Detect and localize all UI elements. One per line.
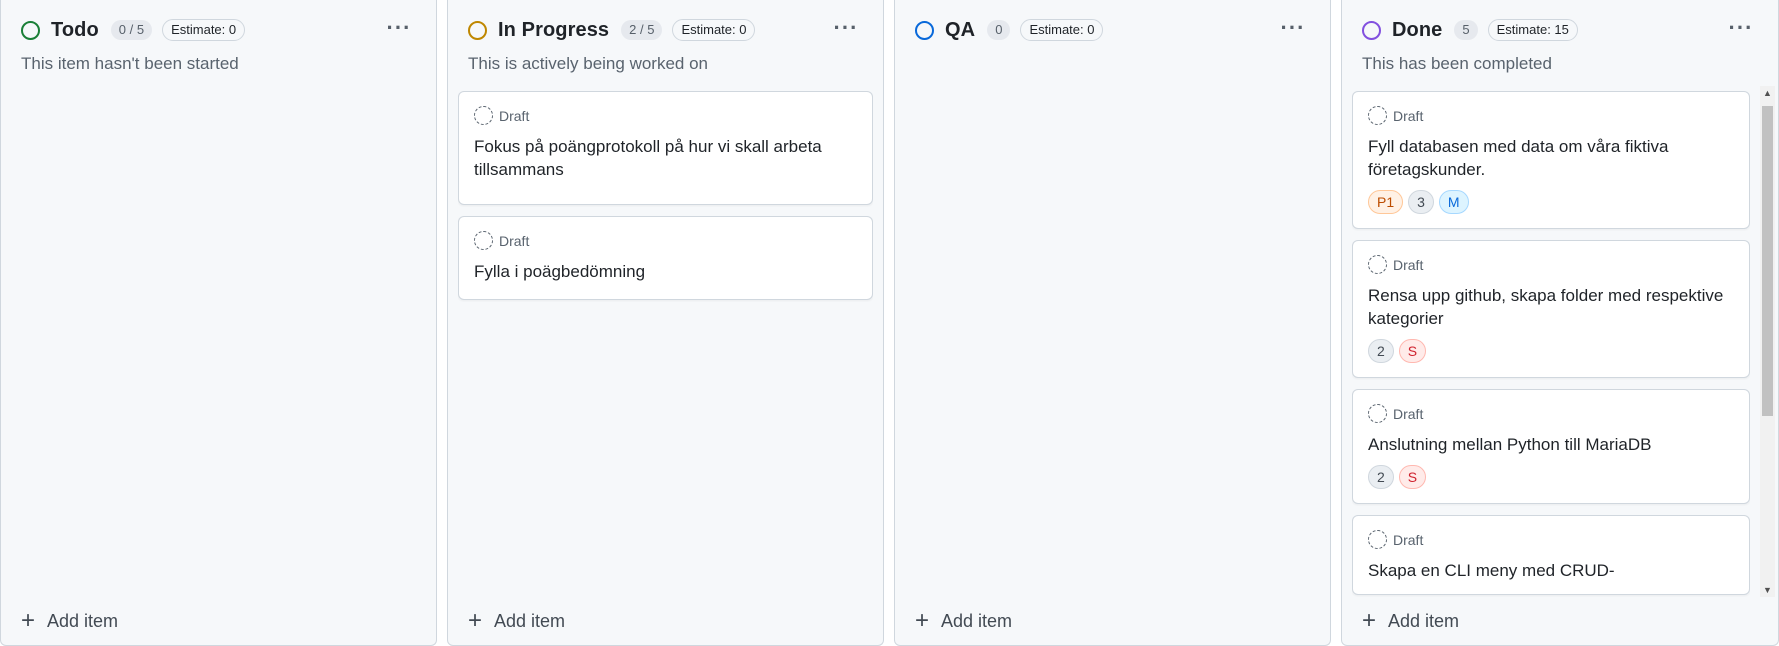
estimate-label: 2 [1368,465,1394,489]
add-item-button[interactable]: + Add item [468,609,565,633]
plus-icon: + [21,607,36,634]
column-header: In Progress 2 / 5 Estimate: 0 ··· [468,15,863,42]
draft-issue-icon [474,106,493,125]
card-type-label: Draft [1393,531,1424,548]
card-type: Draft [474,106,857,125]
item-count-badge: 0 [987,20,1011,40]
card-type: Draft [1368,530,1734,549]
card-title[interactable]: Fokus på poängprotokoll på hur vi skall … [474,135,857,181]
card[interactable]: Draft Fokus på poängprotokoll på hur vi … [458,91,873,205]
estimate-badge: Estimate: 0 [162,19,246,41]
card-list: Draft Fyll databasen med data om våra fi… [1352,91,1750,597]
item-count-badge: 0 / 5 [110,20,153,40]
kebab-horizontal-icon[interactable]: ··· [829,14,863,42]
card-title[interactable]: Fylla i poägbedömning [474,260,857,283]
card-labels: 2 S [1368,465,1734,489]
card-type: Draft [1368,106,1734,125]
column-header: Todo 0 / 5 Estimate: 0 ··· [21,15,416,42]
estimate-badge: Estimate: 15 [1487,19,1578,41]
kebab-horizontal-icon[interactable]: ··· [382,14,416,42]
estimate-badge: Estimate: 0 [672,19,756,41]
add-item-label: Add item [494,610,566,631]
circle-icon [468,20,487,40]
card-type-label: Draft [1393,256,1424,273]
draft-issue-icon [1368,106,1387,125]
column-header: QA 0 Estimate: 0 ··· [915,15,1310,42]
card-type-label: Draft [1393,107,1424,124]
card[interactable]: Draft Anslutning mellan Python till Mari… [1352,389,1750,504]
circle-icon [915,20,934,40]
add-item-label: Add item [1388,610,1460,631]
size-label: S [1398,339,1427,363]
plus-icon: + [1362,607,1377,634]
card-type-label: Draft [499,232,530,249]
estimate-label: 2 [1368,339,1394,363]
draft-issue-icon [474,231,493,250]
column-in-progress: In Progress 2 / 5 Estimate: 0 ··· This i… [447,0,884,646]
card-list: Draft Fokus på poängprotokoll på hur vi … [458,91,873,597]
column-title: Todo [51,18,99,41]
card-type-label: Draft [1393,405,1424,422]
circle-icon [21,20,40,40]
card-title[interactable]: Rensa upp github, skapa folder med respe… [1368,284,1734,330]
column-description: This item hasn't been started [21,54,239,73]
draft-issue-icon [1368,255,1387,274]
circle-icon [1362,20,1381,40]
column-todo: Todo 0 / 5 Estimate: 0 ··· This item has… [0,0,437,646]
card[interactable]: Draft Skapa en CLI meny med CRUD- [1352,515,1750,595]
column-description: This has been completed [1362,54,1552,73]
item-count-badge: 5 [1454,20,1478,40]
column-title: In Progress [498,18,610,41]
column-title: QA [945,18,976,41]
kebab-horizontal-icon[interactable]: ··· [1724,14,1758,42]
draft-issue-icon [1368,404,1387,423]
add-item-button[interactable]: + Add item [1362,609,1459,633]
scroll-up-arrow-icon[interactable]: ▲ [1760,86,1775,100]
card-title[interactable]: Anslutning mellan Python till MariaDB [1368,433,1734,456]
card-list [905,91,1320,597]
vertical-scrollbar[interactable]: ▲ ▼ [1760,86,1775,597]
add-item-button[interactable]: + Add item [915,609,1012,633]
card-list [11,91,426,597]
scrollbar-thumb[interactable] [1762,106,1773,416]
estimate-badge: Estimate: 0 [1020,19,1104,41]
size-label: M [1438,190,1469,214]
size-label: S [1398,465,1427,489]
card[interactable]: Draft Fylla i poägbedömning [458,216,873,300]
column-title: Done [1392,18,1443,41]
item-count-badge: 2 / 5 [621,20,663,40]
add-item-button[interactable]: + Add item [21,609,118,633]
plus-icon: + [915,607,930,634]
kebab-horizontal-icon[interactable]: ··· [1276,14,1310,42]
card-title[interactable]: Skapa en CLI meny med CRUD- [1368,559,1734,582]
card-type-label: Draft [499,107,530,124]
card-type: Draft [474,231,857,250]
add-item-label: Add item [47,610,119,631]
add-item-label: Add item [941,610,1013,631]
column-qa: QA 0 Estimate: 0 ··· + Add item [894,0,1331,646]
draft-issue-icon [1368,530,1387,549]
card[interactable]: Draft Rensa upp github, skapa folder med… [1352,240,1750,378]
scroll-down-arrow-icon[interactable]: ▼ [1760,583,1775,597]
plus-icon: + [468,607,483,634]
priority-label: P1 [1368,190,1404,214]
column-description: This is actively being worked on [468,54,709,73]
card-labels: 2 S [1368,339,1734,363]
card[interactable]: Draft Fyll databasen med data om våra fi… [1352,91,1750,229]
column-header: Done 5 Estimate: 15 ··· [1362,15,1758,42]
card-labels: P1 3 M [1368,190,1734,214]
card-type: Draft [1368,255,1734,274]
card-type: Draft [1368,404,1734,423]
card-title[interactable]: Fyll databasen med data om våra fiktiva … [1368,135,1734,181]
estimate-label: 3 [1408,190,1434,214]
column-done: Done 5 Estimate: 15 ··· This has been co… [1341,0,1779,646]
